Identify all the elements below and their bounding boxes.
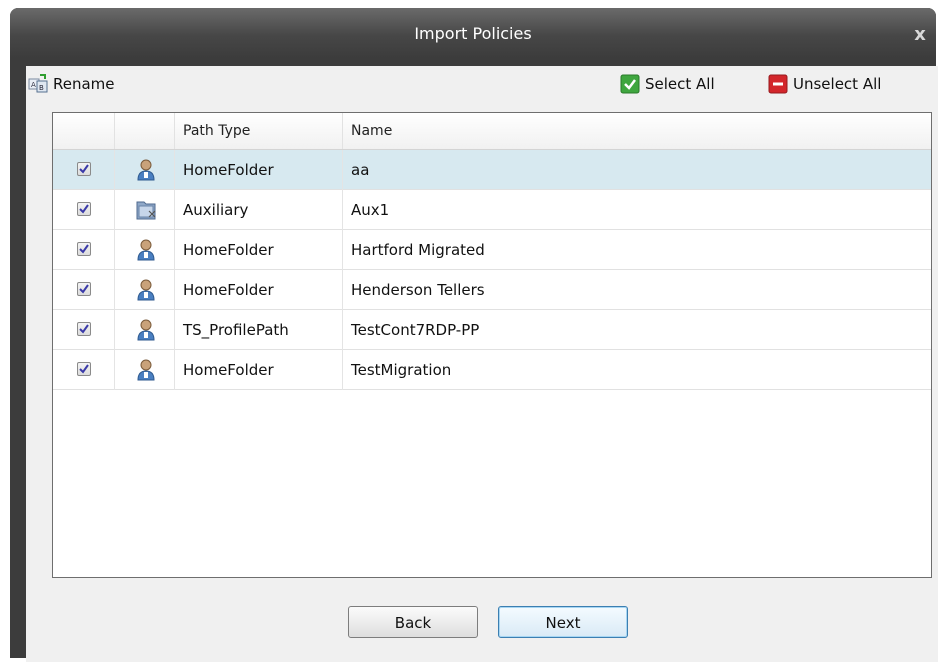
path-type-cell: HomeFolder: [175, 150, 343, 190]
table-row[interactable]: TS_ProfilePath TestCont7RDP-PP: [53, 310, 931, 350]
user-icon: [137, 279, 155, 301]
name-cell: Hartford Migrated: [351, 241, 485, 259]
row-icon-cell: [115, 270, 175, 310]
row-checkbox[interactable]: [77, 362, 91, 376]
name-cell: aa: [351, 161, 370, 179]
path-type-cell: Auxiliary: [175, 190, 343, 230]
window-title: Import Policies: [414, 24, 532, 43]
unselect-all-button[interactable]: Unselect All: [768, 72, 881, 96]
row-icon-cell: [115, 150, 175, 190]
rename-label: Rename: [53, 75, 115, 93]
path-type-cell: TS_ProfilePath: [175, 310, 343, 350]
row-icon-cell: [115, 190, 175, 230]
row-checkbox-cell: [53, 350, 115, 390]
select-all-button[interactable]: Select All: [620, 72, 715, 96]
path-type-cell: HomeFolder: [175, 230, 343, 270]
row-checkbox-cell: [53, 310, 115, 350]
row-checkbox[interactable]: [77, 322, 91, 336]
row-icon-cell: [115, 230, 175, 270]
row-checkbox[interactable]: [77, 162, 91, 176]
column-header-check[interactable]: [53, 113, 115, 149]
user-icon: [137, 319, 155, 341]
table-row[interactable]: Auxiliary Aux1: [53, 190, 931, 230]
grid-header: Path Type Name: [53, 113, 931, 150]
next-button[interactable]: Next: [498, 606, 628, 638]
name-cell: TestCont7RDP-PP: [351, 321, 480, 339]
checkmark-icon: [79, 204, 89, 214]
row-checkbox[interactable]: [77, 242, 91, 256]
checkmark-icon: [79, 284, 89, 294]
column-header-path-type[interactable]: Path Type: [175, 113, 343, 149]
row-checkbox-cell: [53, 190, 115, 230]
row-checkbox[interactable]: [77, 202, 91, 216]
column-header-name[interactable]: Name: [343, 113, 931, 149]
table-row[interactable]: HomeFolder aa: [53, 150, 931, 190]
policies-grid: Path Type Name HomeFolder aa Auxiliary A…: [52, 112, 932, 578]
name-cell: Henderson Tellers: [351, 281, 485, 299]
dialog-body: A B Rename Select All Unselect All Path …: [26, 66, 938, 662]
select-all-label: Select All: [645, 75, 715, 93]
table-row[interactable]: HomeFolder TestMigration: [53, 350, 931, 390]
close-icon[interactable]: x: [910, 25, 930, 45]
toolbar: A B Rename Select All Unselect All: [26, 66, 938, 110]
checkmark-icon: [79, 324, 89, 334]
table-row[interactable]: HomeFolder Hartford Migrated: [53, 230, 931, 270]
name-cell: Aux1: [351, 201, 390, 219]
rename-button[interactable]: A B Rename: [28, 72, 115, 96]
svg-text:A: A: [31, 81, 36, 89]
back-button[interactable]: Back: [348, 606, 478, 638]
green-check-icon: [620, 74, 640, 94]
red-minus-icon: [768, 74, 788, 94]
checkmark-icon: [79, 364, 89, 374]
import-policies-window: Import Policies x A B Rename Select All …: [10, 8, 938, 662]
user-icon: [137, 359, 155, 381]
user-icon: [137, 239, 155, 261]
name-cell: TestMigration: [351, 361, 452, 379]
row-icon-cell: [115, 350, 175, 390]
checkmark-icon: [79, 244, 89, 254]
svg-text:B: B: [39, 84, 44, 92]
auxiliary-folder-icon: [136, 201, 156, 220]
title-bar[interactable]: Import Policies x: [10, 8, 936, 58]
path-type-cell: HomeFolder: [175, 270, 343, 310]
table-row[interactable]: HomeFolder Henderson Tellers: [53, 270, 931, 310]
unselect-all-label: Unselect All: [793, 75, 882, 93]
row-icon-cell: [115, 310, 175, 350]
checkmark-icon: [79, 164, 89, 174]
row-checkbox[interactable]: [77, 282, 91, 296]
row-checkbox-cell: [53, 270, 115, 310]
row-checkbox-cell: [53, 230, 115, 270]
rename-icon: A B: [28, 74, 48, 93]
user-icon: [137, 159, 155, 181]
column-header-icon[interactable]: [115, 113, 175, 149]
row-checkbox-cell: [53, 150, 115, 190]
path-type-cell: HomeFolder: [175, 350, 343, 390]
